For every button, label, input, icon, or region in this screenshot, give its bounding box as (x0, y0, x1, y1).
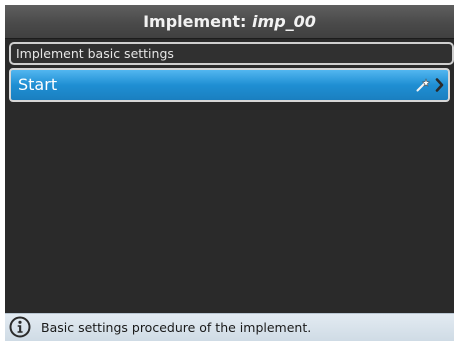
section-header: Implement basic settings (9, 42, 454, 65)
page-title-prefix: Implement: (143, 12, 253, 31)
page-title-name: imp_00 (252, 12, 316, 31)
empty-list-area (5, 103, 454, 313)
start-label: Start (18, 75, 58, 94)
start-button[interactable]: Start (9, 68, 450, 102)
title-bar: Implement: imp_00 (5, 5, 454, 39)
status-bar: Basic settings procedure of the implemen… (5, 313, 454, 341)
app-window: Implement: imp_00 Implement basic settin… (5, 5, 454, 341)
wand-icon (416, 78, 430, 92)
chevron-right-icon (435, 78, 444, 92)
status-text: Basic settings procedure of the implemen… (41, 320, 312, 335)
info-icon (9, 316, 31, 338)
